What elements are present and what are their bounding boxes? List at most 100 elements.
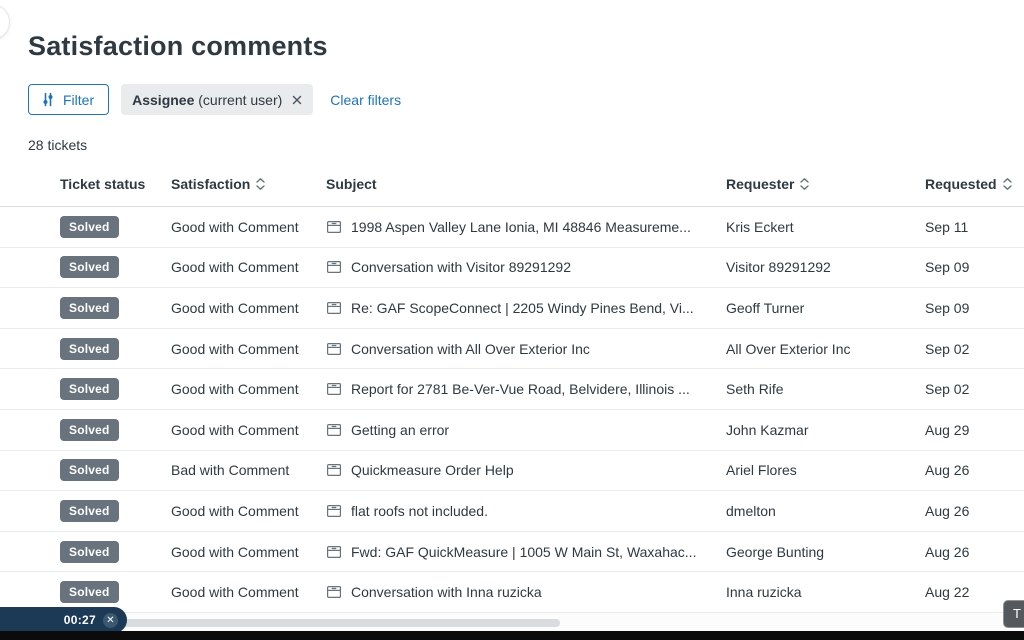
- satisfaction-cell: Good with Comment: [171, 502, 299, 519]
- column-header-label: Subject: [326, 176, 377, 192]
- status-badge: Solved: [60, 378, 119, 401]
- requester-cell: dmelton: [726, 502, 776, 519]
- subject-text[interactable]: Conversation with Visitor 89291292: [351, 259, 571, 275]
- table-body: Solved Good with Comment 1998 Aspen Valley…: [0, 207, 1024, 613]
- column-header-requester[interactable]: Requester: [726, 176, 918, 192]
- subject-cell[interactable]: Conversation with Inna ruzicka: [326, 584, 714, 600]
- ticket-row[interactable]: Solved Good with Comment Re: GAF ScopeConn…: [0, 288, 1024, 329]
- timer-value: 00:27: [63, 613, 96, 627]
- subject-cell[interactable]: Fwd: GAF QuickMeasure | 1005 W Main St, …: [326, 544, 714, 560]
- column-header-label: Requester: [726, 176, 795, 192]
- satisfaction-cell: Good with Comment: [171, 218, 299, 235]
- subject-text[interactable]: flat roofs not included.: [351, 503, 488, 519]
- column-header-label: Requested: [925, 176, 997, 192]
- ticket-row[interactable]: Solved Good with Comment Conversation with…: [0, 572, 1024, 613]
- ticket-status-cell: Solved: [60, 215, 165, 238]
- status-badge: Solved: [60, 418, 119, 441]
- ticket-count: 28 tickets: [28, 137, 88, 153]
- filter-button-label: Filter: [63, 91, 95, 108]
- ticket-status-cell: Solved: [60, 296, 165, 319]
- subject-cell[interactable]: Report for 2781 Be-Ver-Vue Road, Belvide…: [326, 381, 714, 397]
- ticket-row[interactable]: Solved Bad with Comment Quickmeasure Order…: [0, 451, 1024, 492]
- partial-tooltip: T: [1003, 600, 1024, 628]
- horizontal-scrollbar: [0, 613, 1024, 632]
- requester-cell: Kris Eckert: [726, 218, 794, 235]
- ticket-row[interactable]: Solved Good with Comment Fwd: GAF QuickMea…: [0, 532, 1024, 573]
- filter-button[interactable]: Filter: [28, 84, 110, 115]
- requested-date-cell: Aug 29: [925, 421, 970, 438]
- ticket-icon: [327, 301, 342, 314]
- requester-cell: Ariel Flores: [726, 462, 797, 479]
- satisfaction-cell: Good with Comment: [171, 299, 299, 316]
- clear-filters-link[interactable]: Clear filters: [330, 92, 401, 108]
- subject-cell[interactable]: Conversation with Visitor 89291292: [326, 259, 714, 275]
- subject-cell[interactable]: 1998 Aspen Valley Lane Ionia, MI 48846 M…: [326, 219, 714, 235]
- satisfaction-cell: Good with Comment: [171, 421, 299, 438]
- satisfaction-cell: Good with Comment: [171, 543, 299, 560]
- timer-close-icon[interactable]: ✕: [103, 612, 118, 628]
- status-badge: Solved: [60, 459, 119, 482]
- requester-cell: George Bunting: [726, 543, 825, 560]
- column-header-label: Ticket status: [60, 176, 146, 192]
- timer-pill: 00:27 ✕: [0, 607, 127, 633]
- requester-cell: Seth Rife: [726, 381, 784, 398]
- ticket-icon: [327, 261, 342, 274]
- satisfaction-cell: Bad with Comment: [171, 462, 290, 479]
- ticket-row[interactable]: Solved Good with Comment flat roofs not in…: [0, 491, 1024, 532]
- sort-icon[interactable]: [1002, 177, 1013, 191]
- requested-date-cell: Aug 26: [925, 462, 970, 479]
- requested-date-cell: Aug 26: [925, 543, 970, 560]
- requester-cell: John Kazmar: [726, 421, 809, 438]
- status-badge: Solved: [60, 581, 119, 604]
- column-header-label: Satisfaction: [171, 176, 251, 192]
- ticket-status-cell: Solved: [60, 256, 165, 279]
- subject-cell[interactable]: Conversation with All Over Exterior Inc: [326, 341, 714, 357]
- requester-cell: All Over Exterior Inc: [726, 340, 851, 357]
- subject-text[interactable]: Conversation with All Over Exterior Inc: [351, 341, 590, 357]
- filter-chip-assignee[interactable]: Assignee (current user): [121, 84, 314, 115]
- ticket-icon: [327, 545, 342, 558]
- subject-cell[interactable]: flat roofs not included.: [326, 503, 714, 519]
- ticket-row[interactable]: Solved Good with Comment 1998 Aspen Valley…: [0, 207, 1024, 248]
- subject-cell[interactable]: Getting an error: [326, 422, 714, 438]
- status-badge: Solved: [60, 256, 119, 279]
- ticket-icon: [327, 586, 342, 599]
- requested-date-cell: Aug 22: [925, 584, 970, 601]
- filter-adjust-icon: [43, 92, 53, 107]
- subject-text[interactable]: Quickmeasure Order Help: [351, 462, 514, 478]
- requester-cell: Geoff Turner: [726, 299, 805, 316]
- requester-cell: Visitor 89291292: [726, 259, 831, 276]
- subject-cell[interactable]: Quickmeasure Order Help: [326, 462, 714, 478]
- subject-text[interactable]: 1998 Aspen Valley Lane Ionia, MI 48846 M…: [351, 219, 691, 235]
- sort-icon[interactable]: [255, 177, 266, 191]
- chip-remove-icon[interactable]: [292, 95, 302, 105]
- subject-text[interactable]: Report for 2781 Be-Ver-Vue Road, Belvide…: [351, 381, 690, 397]
- column-header-ticket-status: Ticket status: [60, 176, 165, 192]
- table-header: Ticket status Satisfaction Subject Requeste…: [0, 170, 1024, 207]
- ticket-status-cell: Solved: [60, 540, 165, 563]
- ticket-status-cell: Solved: [60, 378, 165, 401]
- column-header-satisfaction[interactable]: Satisfaction: [171, 176, 321, 192]
- ticket-row[interactable]: Solved Good with Comment Conversation with…: [0, 248, 1024, 289]
- ticket-row[interactable]: Solved Good with Comment Report for 2781 B…: [0, 369, 1024, 410]
- filter-bar: Filter Assignee (current user) Clear fil…: [28, 84, 401, 115]
- column-header-requested[interactable]: Requested: [925, 176, 1021, 192]
- ticket-row[interactable]: Solved Good with Comment Conversation with…: [0, 329, 1024, 370]
- sort-icon[interactable]: [799, 177, 810, 191]
- status-badge: Solved: [60, 499, 119, 522]
- horizontal-scrollbar-thumb[interactable]: [114, 619, 560, 627]
- subject-text[interactable]: Re: GAF ScopeConnect | 2205 Windy Pines …: [351, 300, 694, 316]
- ticket-row[interactable]: Solved Good with Comment Getting an error J…: [0, 410, 1024, 451]
- requested-date-cell: Sep 02: [925, 381, 970, 398]
- requested-date-cell: Sep 11: [925, 218, 969, 235]
- satisfaction-cell: Good with Comment: [171, 381, 299, 398]
- subject-text[interactable]: Getting an error: [351, 422, 449, 438]
- ticket-icon: [327, 504, 342, 517]
- subject-text[interactable]: Conversation with Inna ruzicka: [351, 584, 542, 600]
- requested-date-cell: Sep 09: [925, 259, 970, 276]
- ticket-icon: [327, 342, 342, 355]
- subject-cell[interactable]: Re: GAF ScopeConnect | 2205 Windy Pines …: [326, 300, 714, 316]
- ticket-status-cell: Solved: [60, 459, 165, 482]
- requester-cell: Inna ruzicka: [726, 584, 802, 601]
- subject-text[interactable]: Fwd: GAF QuickMeasure | 1005 W Main St, …: [351, 544, 696, 560]
